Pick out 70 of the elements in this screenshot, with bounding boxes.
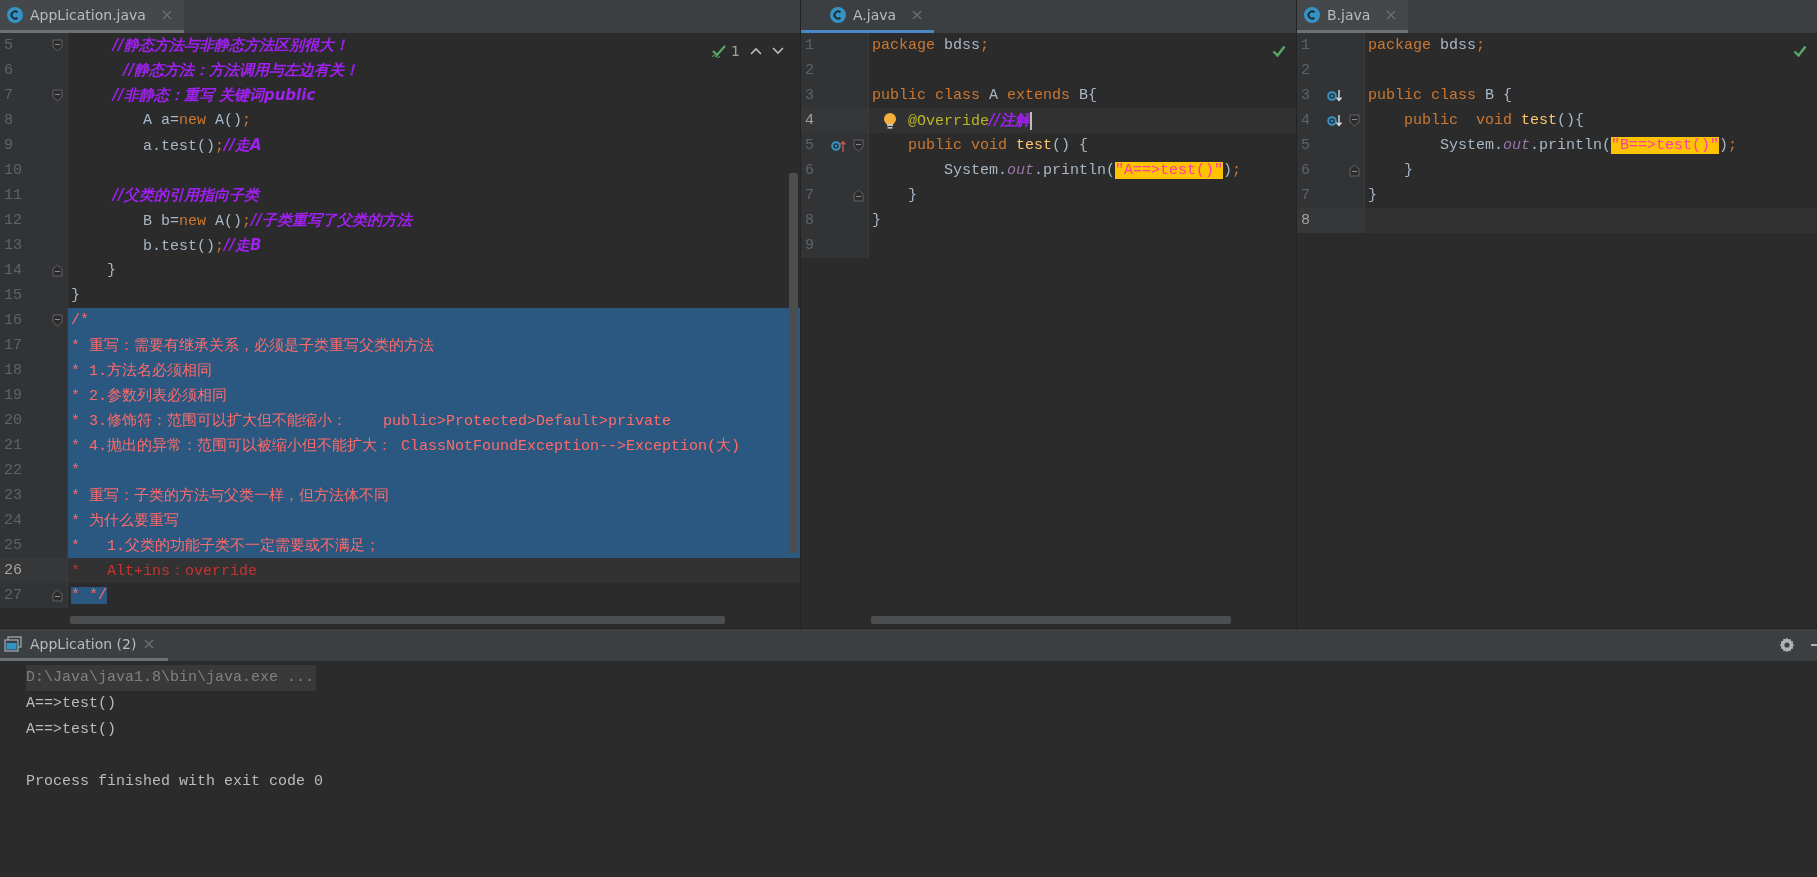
code-line: * 1.父类的功能子类不一定需要或不满足； [71, 536, 380, 555]
fold-marker-icon[interactable] [1349, 164, 1360, 177]
chevron-down-icon[interactable] [772, 47, 784, 55]
class-file-icon [6, 6, 24, 24]
code-line: public void test() { [907, 137, 1089, 154]
code-line: * [71, 462, 80, 479]
console-line: A==>test() [26, 720, 116, 740]
code-line: b.test();//走B [142, 236, 262, 255]
code-line: } [1403, 162, 1413, 179]
class-file-icon [1303, 6, 1321, 24]
line-number: 8 [1300, 212, 1311, 229]
implemented-marker-icon[interactable] [1327, 88, 1343, 103]
inspection-count: 1 [731, 43, 740, 59]
console-line: A==>test() [26, 694, 116, 714]
code-line: A a=new A(); [142, 112, 252, 129]
code-line: } [907, 187, 917, 204]
code-line: * 3.修饰符：范围可以扩大但不能缩小： public>Protected>Default>private [71, 411, 672, 430]
inspection-widget[interactable]: 1 [711, 43, 784, 59]
check-icon [711, 44, 728, 58]
code-line: } [1368, 187, 1377, 204]
code-line: System.out.println("B==>test()"); [1439, 137, 1738, 154]
code-line: //非静态：重写 关键词public [110, 86, 316, 105]
chevron-up-icon[interactable] [750, 47, 762, 55]
code-line: B b=new A();//子类重写了父类的方法 [142, 211, 413, 230]
code-line: public class B { [1368, 87, 1513, 104]
code-line: package bdss; [872, 37, 990, 54]
line-number: 26 [3, 562, 23, 579]
scrollbar-thumb[interactable] [871, 616, 1231, 624]
code-line: * 重写：子类的方法与父类一样，但方法体不同 [71, 486, 389, 505]
fold-marker-icon[interactable] [1349, 114, 1360, 127]
code-line: //父类的引用指向子类 [110, 186, 259, 205]
class-file-icon [829, 6, 847, 24]
code-line: package bdss; [1368, 37, 1486, 54]
code-line: * 为什么要重写 [71, 511, 179, 530]
console-line: Process finished with exit code 0 [26, 772, 324, 792]
fold-marker-icon[interactable] [853, 139, 864, 152]
fold-marker-icon[interactable] [52, 264, 63, 277]
code-line: * 1.方法名必须相同 [71, 361, 212, 380]
console-icon [4, 635, 22, 652]
fold-marker-icon[interactable] [52, 589, 63, 602]
fold-marker-icon[interactable] [52, 39, 63, 52]
code-line: * 4.抛出的异常：范围可以被缩小但不能扩大： ClassNotFoundException-->Exception(大) [71, 436, 741, 455]
fold-marker-icon[interactable] [52, 89, 63, 102]
override-marker-icon[interactable] [831, 138, 847, 153]
code-line: @Override//注解 [907, 111, 1032, 130]
lightbulb-icon[interactable] [883, 112, 897, 130]
code-line: a.test();//走A [142, 136, 262, 155]
fold-marker-icon[interactable] [853, 189, 864, 202]
file-tab[interactable]: AppLication.java [0, 0, 184, 33]
scrollbar-thumb[interactable] [70, 616, 725, 624]
code-line: System.out.println("A==>test()"); [943, 162, 1242, 179]
code-line: public void test(){ [1403, 112, 1585, 129]
line-number: 4 [804, 112, 815, 129]
code-line: * 重写：需要有继承关系，必须是子类重写父类的方法 [71, 336, 434, 355]
code-line: } [71, 287, 80, 304]
code-line: //静态方法与非静态方法区别很大！ [110, 36, 349, 55]
code-line: * Alt+ins：override [71, 562, 258, 580]
code-line: } [872, 212, 881, 229]
code-line: } [106, 262, 116, 279]
implemented-marker-icon[interactable] [1327, 113, 1343, 128]
code-line: * 2.参数列表必须相同 [71, 386, 227, 405]
check-icon [1793, 45, 1807, 57]
code-line: //静态方法：方法调用与左边有关！ [121, 61, 360, 80]
code-line: /* [71, 312, 89, 329]
scrollbar-thumb[interactable] [789, 173, 798, 553]
fold-marker-icon[interactable] [52, 314, 63, 327]
check-icon [1272, 45, 1286, 57]
file-tab[interactable]: B.java [1297, 0, 1409, 33]
code-line: public class A extends B{ [872, 87, 1098, 104]
settings-icon[interactable] [1779, 637, 1795, 653]
